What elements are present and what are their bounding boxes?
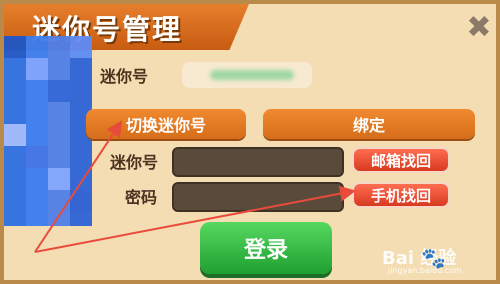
annotation-arrows [34,120,356,253]
arrow-to-phone-recover [34,185,356,253]
arrow-to-switch-tab [34,120,123,253]
